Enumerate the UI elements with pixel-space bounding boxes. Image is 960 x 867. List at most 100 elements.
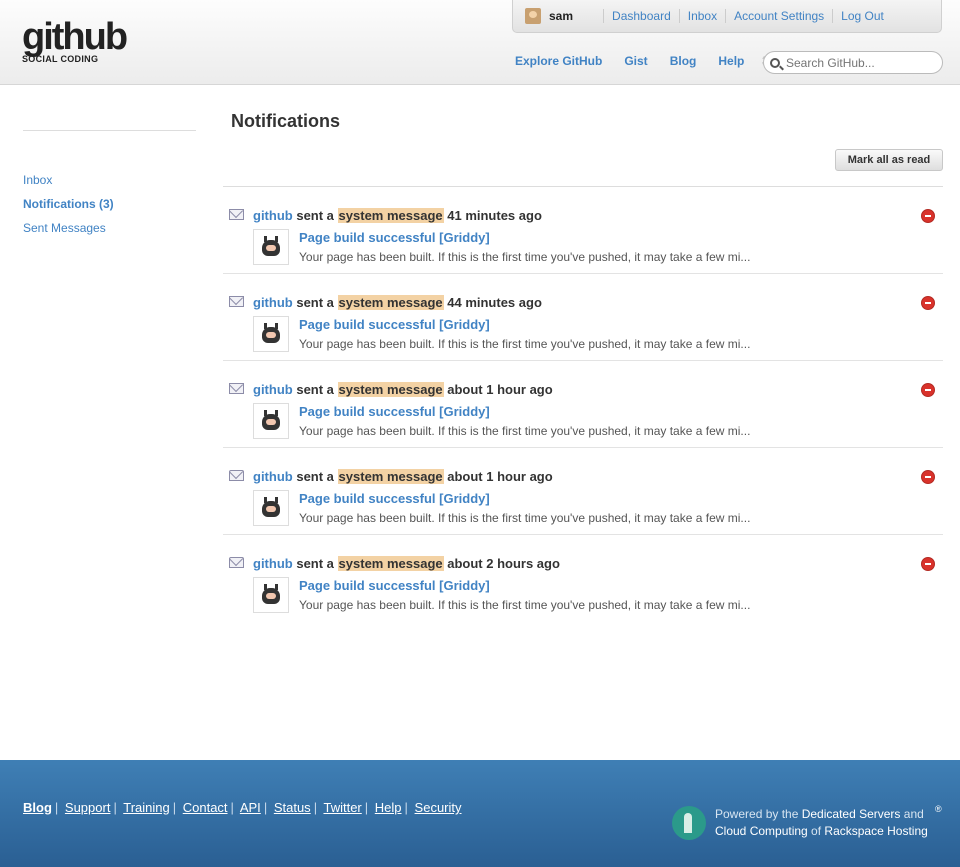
account-settings-link[interactable]: Account Settings (725, 9, 832, 23)
logo-wordmark: github (22, 16, 128, 58)
message-type: system message (337, 469, 444, 484)
nav-blog[interactable]: Blog (670, 54, 697, 68)
envelope-icon (229, 383, 244, 394)
message-verb: sent a (296, 295, 334, 310)
footer-link-api[interactable]: API (240, 800, 261, 815)
mark-all-read-button[interactable]: Mark all as read (835, 149, 943, 171)
sender-link[interactable]: github (253, 469, 293, 484)
message-time: 44 minutes ago (447, 295, 542, 310)
footer-link-security[interactable]: Security (415, 800, 462, 815)
user-bar: sam Dashboard Inbox Account Settings Log… (512, 0, 942, 33)
search-box[interactable] (763, 51, 943, 74)
dashboard-link[interactable]: Dashboard (603, 9, 679, 23)
message-snippet: Your page has been built. If this is the… (299, 337, 751, 351)
envelope-icon (229, 209, 244, 220)
footer-separator: | (313, 800, 318, 815)
message-list: github sent a system message 41 minutes … (223, 186, 943, 621)
message-time: 41 minutes ago (447, 208, 542, 223)
footer-link-status[interactable]: Status (274, 800, 311, 815)
list-item[interactable]: github sent a system message 44 minutes … (223, 273, 943, 360)
nav-gist[interactable]: Gist (624, 54, 647, 68)
credit-text: Powered by the (715, 807, 802, 821)
site-footer: Blog | Support | Training | Contact | API | S… (0, 760, 960, 867)
sidebar-header (23, 107, 196, 131)
sender-link[interactable]: github (253, 382, 293, 397)
message-header: github sent a system message 41 minutes … (253, 208, 542, 223)
hosting-credit-text: Powered by the Dedicated Servers and Clo… (715, 806, 928, 840)
message-type: system message (337, 208, 444, 223)
message-header: github sent a system message about 2 hou… (253, 556, 560, 571)
footer-link-support[interactable]: Support (65, 800, 111, 815)
delete-icon[interactable] (921, 296, 935, 310)
message-subject-link[interactable]: Page build successful [Griddy] (299, 317, 490, 332)
message-time: about 1 hour ago (447, 382, 553, 397)
delete-icon[interactable] (921, 209, 935, 223)
message-subject-link[interactable]: Page build successful [Griddy] (299, 578, 490, 593)
message-header: github sent a system message about 1 hou… (253, 382, 553, 397)
list-item[interactable]: github sent a system message about 1 hou… (223, 360, 943, 447)
footer-links: Blog | Support | Training | Contact | API | S… (23, 800, 462, 815)
message-snippet: Your page has been built. If this is the… (299, 511, 751, 525)
footer-separator: | (263, 800, 268, 815)
delete-icon[interactable] (921, 557, 935, 571)
list-item[interactable]: github sent a system message about 2 hou… (223, 534, 943, 621)
sender-link[interactable]: github (253, 208, 293, 223)
list-item[interactable]: github sent a system message about 1 hou… (223, 447, 943, 534)
sidebar-item-notifications[interactable]: Notifications (3) (23, 192, 196, 216)
sidebar-item-inbox[interactable]: Inbox (23, 168, 196, 192)
sender-avatar (253, 403, 289, 439)
list-item[interactable]: github sent a system message 41 minutes … (223, 186, 943, 273)
log-out-link[interactable]: Log Out (832, 9, 892, 23)
footer-link-help[interactable]: Help (375, 800, 402, 815)
sender-link[interactable]: github (253, 556, 293, 571)
rackspace-logo-icon (672, 806, 706, 840)
open-envelope-icon (229, 557, 244, 568)
message-time: about 2 hours ago (447, 556, 560, 571)
octocat-icon (262, 236, 280, 256)
rackspace-credit[interactable]: Powered by the Dedicated Servers and Clo… (672, 804, 942, 844)
delete-icon[interactable] (921, 383, 935, 397)
footer-separator: | (364, 800, 369, 815)
footer-link-contact[interactable]: Contact (183, 800, 228, 815)
credit-text: of (807, 824, 825, 838)
delete-icon[interactable] (921, 470, 935, 484)
message-verb: sent a (296, 208, 334, 223)
message-subject-link[interactable]: Page build successful [Griddy] (299, 404, 490, 419)
footer-link-twitter[interactable]: Twitter (323, 800, 361, 815)
message-header: github sent a system message 44 minutes … (253, 295, 542, 310)
octocat-icon (262, 323, 280, 343)
nav-help[interactable]: Help (718, 54, 744, 68)
footer-separator: | (54, 800, 59, 815)
inbox-link[interactable]: Inbox (678, 9, 725, 23)
message-verb: sent a (296, 469, 334, 484)
sender-avatar (253, 490, 289, 526)
inbox-sidebar: Inbox Notifications (3) Sent Messages (23, 107, 196, 627)
message-snippet: Your page has been built. If this is the… (299, 598, 751, 612)
sender-link[interactable]: github (253, 295, 293, 310)
message-time: about 1 hour ago (447, 469, 553, 484)
footer-link-blog[interactable]: Blog (23, 800, 52, 815)
message-subject-link[interactable]: Page build successful [Griddy] (299, 230, 490, 245)
footer-separator: | (404, 800, 408, 815)
footer-separator: | (230, 800, 234, 815)
github-logo[interactable]: github SOCIAL CODING (22, 16, 128, 64)
message-verb: sent a (296, 382, 334, 397)
footer-link-training[interactable]: Training (123, 800, 169, 815)
credit-highlight: Dedicated Servers (801, 807, 901, 821)
site-header: github SOCIAL CODING sam Dashboard Inbox… (0, 0, 960, 85)
search-icon (770, 57, 780, 68)
registered-mark: ® (935, 804, 942, 814)
username-link[interactable]: sam (549, 9, 573, 23)
footer-separator: | (172, 800, 177, 815)
page-title: Notifications (231, 111, 341, 131)
open-envelope-icon (229, 470, 244, 481)
nav-explore-github[interactable]: Explore GitHub (515, 54, 602, 68)
credit-highlight: Cloud Computing (715, 824, 808, 838)
search-input[interactable] (786, 55, 931, 70)
notifications-panel: Notifications Mark all as read github se… (223, 107, 943, 627)
message-subject-link[interactable]: Page build successful [Griddy] (299, 491, 490, 506)
user-avatar-icon[interactable] (525, 8, 541, 24)
sidebar-item-sent-messages[interactable]: Sent Messages (23, 216, 196, 240)
message-snippet: Your page has been built. If this is the… (299, 424, 751, 438)
credit-text: and (900, 807, 924, 821)
